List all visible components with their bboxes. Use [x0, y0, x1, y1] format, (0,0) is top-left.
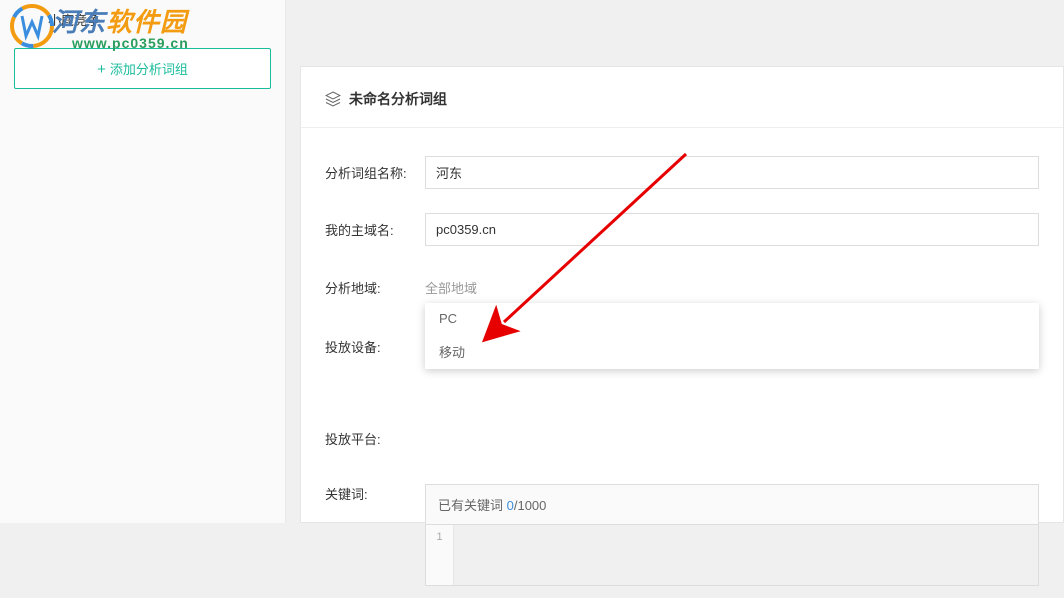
keyword-box: 已有关键词 0/1000 1 — [425, 484, 1039, 586]
domain-input[interactable] — [425, 213, 1039, 246]
plus-icon: + — [97, 61, 106, 78]
domain-label: 我的主域名: — [325, 220, 425, 239]
device-label: 投放设备: — [325, 337, 425, 356]
keyword-line-number: 1 — [426, 525, 454, 585]
dropdown-option-pc[interactable]: PC — [425, 303, 1039, 334]
layers-icon — [325, 91, 341, 107]
analysis-panel: 未命名分析词组 分析词组名称: 我的主域名: 分析地域: 全部地域 投放设备: — [300, 66, 1064, 523]
panel-title: 未命名分析词组 — [349, 89, 447, 109]
platform-label: 投放平台: — [325, 429, 425, 448]
region-value: 全部地域 — [425, 270, 1063, 305]
keyword-count-header: 已有关键词 0/1000 — [426, 485, 1038, 525]
name-input[interactable] — [425, 156, 1039, 189]
keyword-textarea[interactable] — [454, 525, 1038, 585]
region-label: 分析地域: — [325, 278, 425, 297]
name-label: 分析词组名称: — [325, 163, 425, 182]
add-analysis-group-button[interactable]: +添加分析词组 — [14, 48, 271, 89]
dropdown-option-mobile[interactable]: 移动 — [425, 334, 1039, 369]
device-dropdown: PC 移动 — [425, 303, 1039, 369]
app-title: 小鹿竞争 — [48, 10, 100, 29]
panel-header: 未命名分析词组 — [301, 67, 1063, 128]
keyword-label: 关键词: — [325, 484, 425, 503]
